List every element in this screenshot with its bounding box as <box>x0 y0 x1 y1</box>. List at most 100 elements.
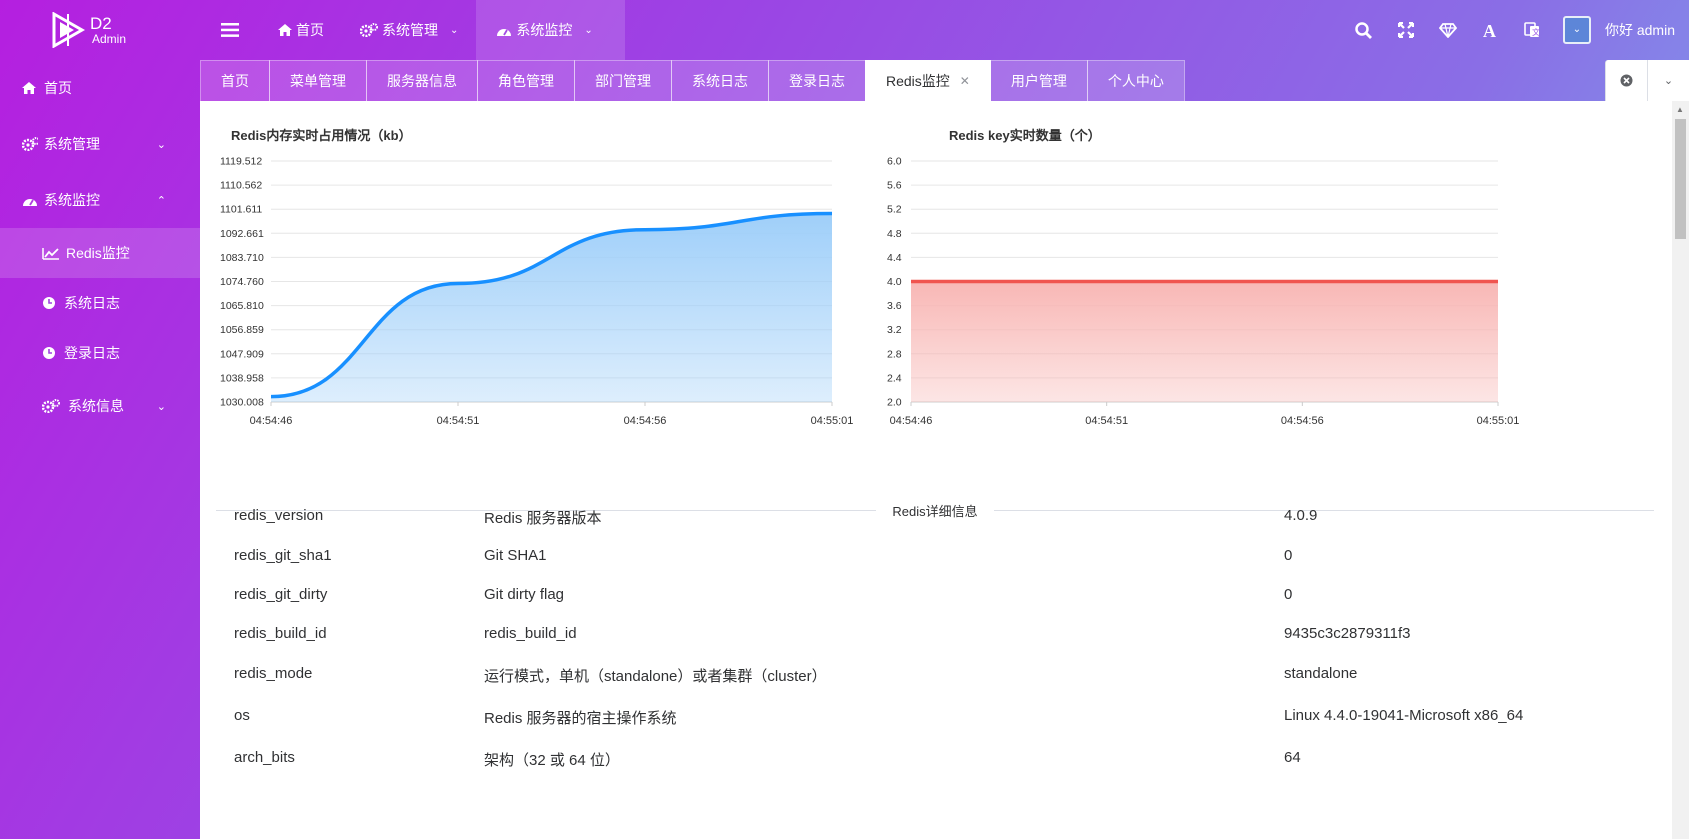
sidebar-item-label: 系统日志 <box>64 295 120 311</box>
sidebar-item-label: Redis监控 <box>66 245 130 261</box>
theme-select-button[interactable]: ⌄ <box>1562 16 1591 44</box>
home-icon <box>22 82 36 94</box>
y-tick-label: 4.0 <box>887 276 902 288</box>
tab-list: 首页 菜单管理 服务器信息 角色管理 部门管理 系统日志 登录日志 Redis监… <box>200 60 1185 101</box>
tab-role-management[interactable]: 角色管理 <box>477 60 575 101</box>
sidebar-item-system-info[interactable]: 系统信息 ⌄ <box>0 378 200 434</box>
scrollbar-thumb[interactable] <box>1675 119 1686 239</box>
tab-system-log[interactable]: 系统日志 <box>671 60 769 101</box>
sidebar: 首页 系统管理 ⌄ 系统监控 ⌃ Redis监控 系统日志 登录日志 系统信息 … <box>0 60 200 839</box>
info-value: 64 <box>1284 749 1301 766</box>
sidebar-item-home[interactable]: 首页 <box>0 60 200 116</box>
tab-label: 服务器信息 <box>387 73 457 89</box>
info-description: 架构（32 或 64 位） <box>484 752 620 769</box>
search-button[interactable] <box>1343 21 1385 39</box>
y-tick-label: 3.6 <box>887 300 902 312</box>
table-row: redis_version Redis 服务器版本 4.0.9 <box>234 507 1669 527</box>
clock-icon <box>43 347 55 359</box>
table-row: os Redis 服务器的宿主操作系统 Linux 4.4.0-19041-Micr… <box>234 707 1669 727</box>
chevron-up-icon: ⌃ <box>156 194 166 207</box>
table-row: redis_build_id redis_build_id 9435c3c28793… <box>234 625 1669 645</box>
gears-icon <box>42 399 60 413</box>
font-size-button[interactable]: A <box>1469 22 1511 38</box>
chevron-down-icon: ⌄ <box>450 24 459 36</box>
sidebar-item-system-management[interactable]: 系统管理 ⌄ <box>0 116 200 172</box>
tab-bar: 首页 菜单管理 服务器信息 角色管理 部门管理 系统日志 登录日志 Redis监… <box>200 60 1689 101</box>
chevron-down-icon: ⌄ <box>156 400 166 413</box>
fullscreen-button[interactable] <box>1385 22 1427 38</box>
d2-logo-icon <box>48 11 88 49</box>
info-description: redis_build_id <box>484 625 577 642</box>
vertical-scrollbar[interactable]: ▲ <box>1672 101 1689 839</box>
translate-button[interactable]: 文 <box>1511 22 1553 38</box>
tab-login-log[interactable]: 登录日志 <box>768 60 866 101</box>
tab-menu-dropdown-button[interactable]: ⌄ <box>1647 60 1689 101</box>
topnav-home-label: 首页 <box>296 22 324 38</box>
y-tick-label: 3.2 <box>887 324 902 336</box>
topnav-system-monitor[interactable]: 系统监控 ⌄ <box>476 0 625 60</box>
y-tick-label: 4.4 <box>887 252 902 264</box>
chevron-down-icon: ⌄ <box>1572 24 1582 35</box>
sidebar-item-system-monitor[interactable]: 系统监控 ⌃ <box>0 172 200 228</box>
tab-home[interactable]: 首页 <box>200 60 270 101</box>
info-description: Redis 服务器版本 <box>484 510 602 527</box>
info-value: 0 <box>1284 586 1293 603</box>
info-value: 0 <box>1284 547 1293 564</box>
tab-user-management[interactable]: 用户管理 <box>989 60 1088 101</box>
info-description: Redis 服务器的宿主操作系统 <box>484 710 677 727</box>
menu-toggle-button[interactable] <box>200 0 260 60</box>
y-tick-label: 6.0 <box>887 156 902 168</box>
sidebar-item-system-log[interactable]: 系统日志 <box>0 278 200 328</box>
info-key: redis_git_sha1 <box>234 547 332 564</box>
y-tick-label: 4.8 <box>887 228 902 240</box>
tab-label: 角色管理 <box>498 73 554 89</box>
tab-server-info[interactable]: 服务器信息 <box>366 60 478 101</box>
line-chart-icon <box>42 247 59 260</box>
dashboard-icon <box>497 28 512 36</box>
table-row: redis_mode 运行模式，单机（standalone）或者集群（cluste… <box>234 665 1669 685</box>
y-tick-label: 2.0 <box>887 397 902 409</box>
user-greeting[interactable]: 你好 admin <box>1605 20 1689 40</box>
y-tick-label: 5.6 <box>887 180 902 192</box>
sidebar-item-redis-monitor[interactable]: Redis监控 <box>0 228 200 278</box>
search-icon <box>1355 21 1373 39</box>
close-all-tabs-button[interactable] <box>1606 60 1647 101</box>
svg-text:A: A <box>1483 22 1496 38</box>
tab-label: 部门管理 <box>595 73 651 89</box>
topnav-system-management-label: 系统管理 <box>382 22 438 38</box>
tab-redis-monitor[interactable]: Redis监控 ✕ <box>865 60 991 101</box>
main-content: Redis内存实时占用情况（kb） Redis key实时数量（个） 1030.… <box>200 101 1689 839</box>
x-tick-label: 04:54:46 <box>890 415 933 427</box>
top-nav: 首页 系统管理 ⌄ 系统监控 ⌄ <box>200 0 625 60</box>
sidebar-item-login-log[interactable]: 登录日志 <box>0 328 200 378</box>
tab-label: 系统日志 <box>692 73 748 89</box>
info-value: 4.0.9 <box>1284 507 1318 524</box>
info-description: Git SHA1 <box>484 547 547 564</box>
brand-logo[interactable]: D2 Admin <box>48 11 126 49</box>
tab-department-management[interactable]: 部门管理 <box>574 60 672 101</box>
tab-menu-management[interactable]: 菜单管理 <box>269 60 367 101</box>
tab-label: 登录日志 <box>789 73 845 89</box>
topnav-system-monitor-label: 系统监控 <box>516 22 573 38</box>
sidebar-item-label: 系统管理 <box>44 136 100 152</box>
y-tick-label: 5.2 <box>887 204 902 216</box>
sidebar-item-label: 首页 <box>44 80 72 96</box>
diamond-icon <box>1438 22 1457 38</box>
close-tab-icon[interactable]: ✕ <box>960 74 970 88</box>
info-key: os <box>234 707 250 724</box>
info-key: arch_bits <box>234 749 295 766</box>
tab-personal-center[interactable]: 个人中心 <box>1086 60 1185 101</box>
close-circle-icon <box>1620 74 1633 87</box>
scroll-up-icon[interactable]: ▲ <box>1676 105 1684 114</box>
series-area <box>911 281 1498 402</box>
theme-diamond-button[interactable] <box>1427 22 1469 38</box>
tab-controls: ⌄ <box>1605 60 1689 101</box>
table-row: arch_bits 架构（32 或 64 位） 64 <box>234 749 1669 769</box>
tab-label: 用户管理 <box>1010 73 1067 89</box>
gears-icon <box>360 23 378 37</box>
sidebar-item-label: 系统信息 <box>68 398 124 414</box>
topnav-home[interactable]: 首页 <box>260 0 342 60</box>
brand-name: D2 <box>90 14 112 33</box>
font-size-icon: A <box>1483 22 1496 38</box>
topnav-system-management[interactable]: 系统管理 ⌄ <box>342 0 476 60</box>
